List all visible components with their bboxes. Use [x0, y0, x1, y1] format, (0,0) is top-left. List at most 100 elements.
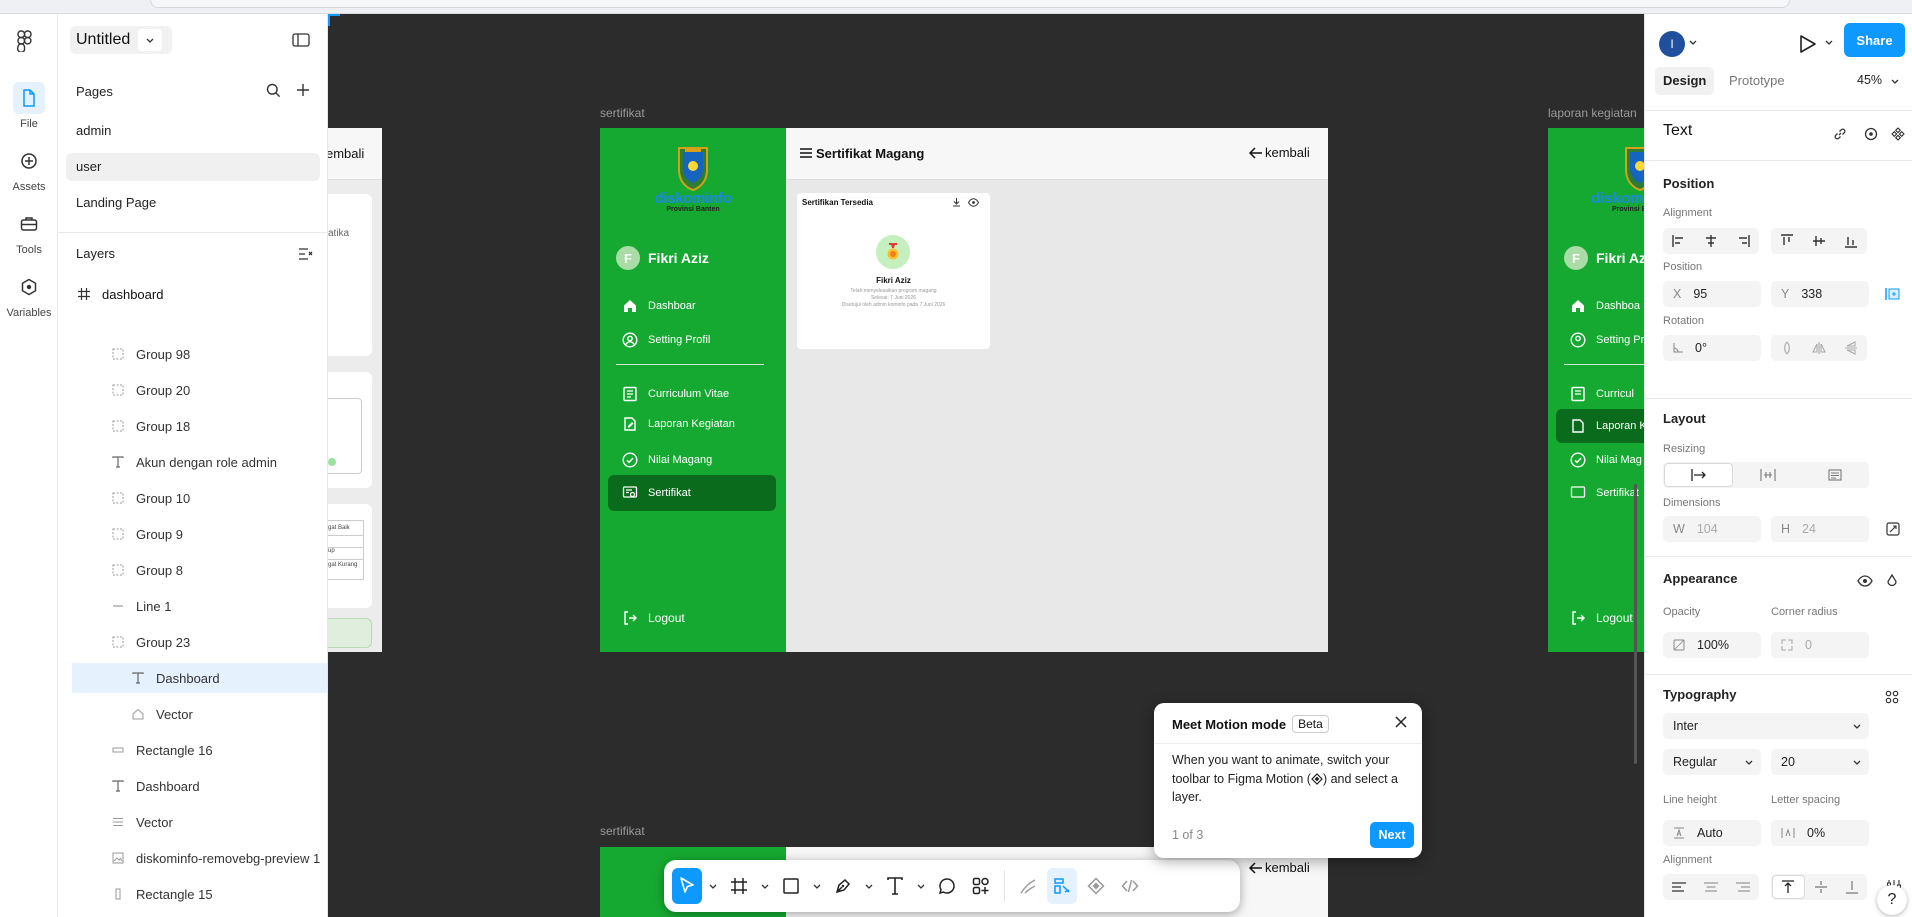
text-align-right-icon[interactable] [1727, 875, 1759, 899]
file-title-button[interactable]: Untitled [70, 26, 173, 54]
chevron-down-icon[interactable] [1825, 40, 1833, 45]
fixed-size-icon[interactable] [1802, 463, 1869, 487]
nav-sertifikat[interactable]: Sertifikat [622, 485, 691, 501]
frame-tool[interactable] [724, 868, 754, 904]
actions-tool[interactable] [966, 868, 996, 904]
tab-prototype[interactable]: Prototype [1729, 67, 1785, 95]
layer-item[interactable]: Akun dengan role admin [72, 447, 327, 477]
nav-dashboard[interactable]: Dashboar [622, 298, 696, 314]
link-icon[interactable] [1827, 122, 1853, 146]
layer-item[interactable]: Group 23 [72, 627, 327, 657]
rail-file[interactable]: File [0, 82, 58, 130]
chevron-down-icon[interactable] [810, 868, 824, 904]
layer-root[interactable]: dashboard [76, 279, 327, 309]
rnav-nilai[interactable]: Nilai Mag [1570, 452, 1642, 468]
rnav-dashboard[interactable]: Dashboa [1570, 298, 1640, 314]
flip-vertical-icon[interactable] [1835, 336, 1867, 360]
play-icon[interactable] [1799, 34, 1817, 54]
download-icon[interactable] [952, 198, 961, 207]
constraints-icon[interactable] [1880, 282, 1906, 306]
rail-assets[interactable]: Assets [0, 145, 58, 193]
motion-mode[interactable] [1081, 868, 1111, 904]
align-center-icon[interactable] [1695, 229, 1727, 253]
layer-item[interactable]: Vector [72, 699, 327, 729]
text-align-top-icon[interactable] [1772, 875, 1805, 899]
figma-logo-icon[interactable] [17, 30, 33, 52]
layer-item[interactable]: Group 8 [72, 555, 327, 585]
layer-item[interactable]: diskominfo-removebg-preview 1 [72, 843, 327, 873]
text-align-bottom-icon[interactable] [1836, 875, 1867, 899]
chevron-down-icon[interactable] [706, 868, 720, 904]
y-field[interactable]: Y 338 [1771, 281, 1869, 307]
layer-item[interactable]: Line 1 [72, 591, 327, 621]
frame-label-right[interactable]: laporan kegiatan [1548, 106, 1637, 120]
align-top-icon[interactable] [1771, 229, 1803, 253]
add-page-icon[interactable] [296, 83, 310, 97]
next-button[interactable]: Next [1370, 822, 1414, 848]
layer-item[interactable]: Rectangle 16 [72, 735, 327, 765]
layer-item[interactable]: Group 20 [72, 375, 327, 405]
address-bar[interactable] [150, 0, 1790, 8]
rail-variables[interactable]: Variables [0, 271, 58, 319]
rail-tools[interactable]: Tools [0, 208, 58, 256]
x-field[interactable]: X 95 [1663, 281, 1761, 307]
text-tool[interactable] [880, 868, 910, 904]
target-icon[interactable] [1858, 122, 1884, 146]
toggle-sidebar-icon[interactable] [292, 33, 310, 47]
layer-item[interactable]: Group 18 [72, 411, 327, 441]
flip-horizontal-icon[interactable] [1803, 336, 1835, 360]
align-left-icon[interactable] [1663, 229, 1695, 253]
canvas-scrollbar[interactable] [1634, 484, 1637, 764]
resize-icon[interactable] [1880, 517, 1906, 541]
auto-height-icon[interactable] [1734, 463, 1801, 487]
text-align-middle-icon[interactable] [1806, 875, 1837, 899]
font-size-field[interactable]: 20 [1771, 749, 1869, 775]
page-item-admin[interactable]: admin [66, 117, 320, 145]
layer-item[interactable]: Dashboard [72, 771, 327, 801]
text-align-left-icon[interactable] [1663, 875, 1695, 899]
eye-icon[interactable] [1852, 569, 1878, 593]
align-middle-icon[interactable] [1803, 229, 1835, 253]
line-height-field[interactable]: Auto [1663, 820, 1761, 846]
layer-item[interactable]: Dashboard [72, 663, 327, 693]
text-align-center-icon[interactable] [1695, 875, 1727, 899]
layer-item[interactable]: Group 98 [72, 339, 327, 369]
nav-nilai[interactable]: Nilai Magang [622, 452, 712, 468]
height-field[interactable]: H 24 [1771, 516, 1869, 542]
chevron-down-icon[interactable] [914, 868, 928, 904]
chevron-down-icon[interactable] [1891, 79, 1899, 84]
auto-width-icon[interactable] [1664, 463, 1734, 487]
comment-tool[interactable] [932, 868, 962, 904]
rnav-sertifikat[interactable]: Sertifikat [1570, 485, 1639, 501]
align-bottom-icon[interactable] [1835, 229, 1867, 253]
drop-icon[interactable] [1879, 569, 1905, 593]
shape-tool[interactable] [776, 868, 806, 904]
chevron-down-icon[interactable] [1689, 40, 1697, 45]
canvas[interactable]: embali atika gat Baik up gat Kurang sert… [328, 14, 1644, 917]
user-avatar[interactable]: I [1659, 31, 1685, 57]
align-right-icon[interactable] [1727, 229, 1759, 253]
rotation-field[interactable]: 0° [1663, 335, 1761, 361]
close-icon[interactable] [1394, 715, 1408, 729]
move-tool[interactable] [672, 868, 702, 904]
share-button[interactable]: Share [1844, 23, 1905, 57]
back-link-bottom[interactable]: kembali [1249, 860, 1310, 875]
nav-setting-profil[interactable]: Setting Profil [622, 332, 710, 348]
help-button[interactable]: ? [1877, 885, 1907, 915]
rnav-laporan[interactable]: Laporan K [1570, 418, 1644, 434]
layer-item[interactable]: Group 10 [72, 483, 327, 513]
chevron-down-icon[interactable] [758, 868, 772, 904]
chevron-down-icon[interactable] [862, 868, 876, 904]
search-icon[interactable] [266, 83, 281, 98]
sertifikat-frame[interactable]: diskominfo Provinsi Banten F Fikri Aziz … [600, 128, 1328, 652]
component-icon[interactable] [1885, 122, 1911, 146]
page-item-landing[interactable]: Landing Page [66, 189, 320, 217]
font-family-select[interactable]: Inter [1663, 713, 1869, 739]
draw-mode[interactable] [1013, 868, 1043, 904]
tab-design[interactable]: Design [1655, 67, 1715, 95]
partial-frame-left[interactable]: embali atika gat Baik up gat Kurang [328, 128, 382, 652]
laporan-frame[interactable]: diskominfo Provinsi Banten F Fikri Aziz … [1548, 128, 1644, 652]
letter-spacing-field[interactable]: 0% [1771, 820, 1869, 846]
frame-label-bottom[interactable]: sertifikat [600, 824, 645, 838]
rnav-setting[interactable]: Setting Pr [1570, 332, 1644, 348]
